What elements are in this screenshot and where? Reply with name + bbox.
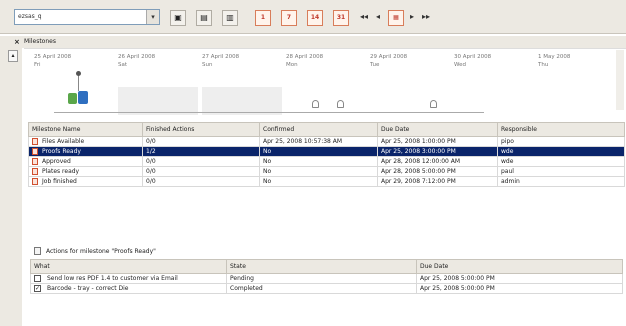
cell-due: Apr 25, 2008 5:00:00 PM [416, 283, 623, 294]
column-header[interactable]: Responsible [497, 122, 625, 137]
column-header[interactable]: Confirmed [259, 122, 378, 137]
cell-finished: 0/0 [142, 166, 260, 177]
timeline-day: 25 April 2008 Fri [34, 54, 72, 68]
actions-list-icon [34, 247, 41, 255]
next-icon[interactable]: ▸ [410, 12, 414, 21]
cell-finished: 0/0 [142, 156, 260, 167]
column-header[interactable]: Milestone Name [28, 122, 143, 137]
toolbar: ezsas_q ▾ ▣ ▤ ▥ 1 7 14 31 ◂◂ ◂ ▦ ▸ ▸▸ [0, 0, 626, 34]
cell-due: Apr 28, 2008 12:00:00 AM [377, 156, 498, 167]
cell-responsible: pipo [497, 136, 625, 147]
cell-finished: 0/0 [142, 176, 260, 187]
cell-state: Pending [226, 273, 417, 284]
timeline-day: 28 April 2008 Mon [286, 54, 324, 68]
milestone-marker-icon[interactable] [76, 71, 81, 76]
calendar-14-button[interactable]: 14 [307, 10, 323, 26]
table-row[interactable]: Plates ready 0/0 No Apr 28, 2008 5:00:00… [28, 166, 625, 177]
cell-what: ✓ Barcode - tray - correct Die [30, 283, 227, 294]
timeline: 25 April 2008 Fri 26 April 2008 Sat 27 Apr… [24, 48, 626, 118]
milestone-green-icon [68, 93, 77, 104]
side-gutter [0, 48, 22, 326]
cell-state: Completed [226, 283, 417, 294]
cell-confirmed: Apr 25, 2008 10:57:38 AM [259, 136, 378, 147]
edit-milestone-icon[interactable]: ▥ [222, 10, 238, 26]
cell-name: Approved [28, 156, 143, 167]
weekend-block [202, 87, 282, 115]
cell-due: Apr 28, 2008 5:00:00 PM [377, 166, 498, 177]
table-row[interactable]: Approved 0/0 No Apr 28, 2008 12:00:00 AM… [28, 156, 625, 167]
today-icon[interactable]: ▦ [388, 10, 404, 26]
close-icon[interactable]: × [14, 38, 20, 46]
document-icon [32, 178, 38, 185]
calendar-31-button[interactable]: 31 [333, 10, 349, 26]
timeline-axis [54, 112, 484, 113]
cell-finished: 1/2 [142, 146, 260, 157]
job-select[interactable]: ezsas_q ▾ [14, 9, 160, 25]
milestone-pin-icon[interactable] [337, 100, 344, 108]
cell-name: Plates ready [28, 166, 143, 177]
document-icon [32, 158, 38, 165]
milestone-pin-icon[interactable] [312, 100, 319, 108]
timeline-day: 26 April 2008 Sat [118, 54, 156, 68]
timeline-day: 27 April 2008 Sun [202, 54, 240, 68]
weekend-block [118, 87, 198, 115]
column-header[interactable]: Due Date [377, 122, 498, 137]
table-row[interactable]: Proofs Ready 1/2 No Apr 25, 2008 3:00:00… [28, 146, 625, 157]
scroll-up-icon[interactable]: ▴ [8, 50, 18, 62]
calendar-1-button[interactable]: 1 [255, 10, 271, 26]
prev-icon[interactable]: ◂ [376, 12, 380, 21]
milestone-icons[interactable] [68, 91, 90, 105]
cell-responsible: wde [497, 146, 625, 157]
chevron-down-icon[interactable]: ▾ [146, 10, 159, 24]
table-row[interactable]: Send low res PDF 1.4 to customer via Ema… [30, 273, 623, 284]
table-row[interactable]: Files Available 0/0 Apr 25, 2008 10:57:3… [28, 136, 625, 147]
timeline-day: 1 May 2008 Thu [538, 54, 571, 68]
job-select-value: ezsas_q [18, 13, 42, 20]
action-checkbox[interactable]: ✓ [34, 285, 41, 292]
actions-title: Actions for milestone "Proofs Ready" [46, 248, 156, 255]
column-header[interactable]: Finished Actions [142, 122, 260, 137]
cell-confirmed: No [259, 146, 378, 157]
cell-name: Proofs Ready [28, 146, 143, 157]
milestones-table: Milestone Name Finished Actions Confirme… [28, 122, 625, 187]
milestone-blue-icon [78, 91, 88, 104]
cell-what: Send low res PDF 1.4 to customer via Ema… [30, 273, 227, 284]
cell-due: Apr 25, 2008 5:00:00 PM [416, 273, 623, 284]
new-milestone-icon[interactable]: ▣ [170, 10, 186, 26]
cell-confirmed: No [259, 166, 378, 177]
cell-name: Job finished [28, 176, 143, 187]
timeline-day: 30 April 2008 Wed [454, 54, 492, 68]
timeline-scrollbar[interactable] [616, 50, 624, 110]
cell-name: Files Available [28, 136, 143, 147]
calendar-7-button[interactable]: 7 [281, 10, 297, 26]
cell-due: Apr 25, 2008 1:00:00 PM [377, 136, 498, 147]
cell-confirmed: No [259, 176, 378, 187]
cell-finished: 0/0 [142, 136, 260, 147]
column-header[interactable]: Due Date [416, 259, 623, 274]
action-checkbox[interactable] [34, 275, 41, 282]
first-icon[interactable]: ◂◂ [360, 12, 368, 21]
timeline-day: 29 April 2008 Tue [370, 54, 408, 68]
panel-title: Milestones [24, 38, 56, 45]
cell-responsible: paul [497, 166, 625, 177]
milestone-pin-icon[interactable] [430, 100, 437, 108]
delete-milestone-icon[interactable]: ▤ [196, 10, 212, 26]
document-icon [32, 168, 38, 175]
table-row[interactable]: ✓ Barcode - tray - correct Die Completed … [30, 283, 623, 294]
table-row[interactable]: Job finished 0/0 No Apr 29, 2008 7:12:00… [28, 176, 625, 187]
document-icon [32, 138, 38, 145]
milestones-panel-header: × Milestones [0, 36, 626, 48]
last-icon[interactable]: ▸▸ [422, 12, 430, 21]
document-icon [32, 148, 38, 155]
cell-due: Apr 29, 2008 7:12:00 PM [377, 176, 498, 187]
cell-responsible: admin [497, 176, 625, 187]
column-header[interactable]: What [30, 259, 227, 274]
actions-header: Actions for milestone "Proofs Ready" [24, 244, 626, 258]
cell-confirmed: No [259, 156, 378, 167]
cell-responsible: wde [497, 156, 625, 167]
actions-table: What State Due Date Send low res PDF 1.4… [30, 259, 623, 294]
cell-due: Apr 25, 2008 3:00:00 PM [377, 146, 498, 157]
column-header[interactable]: State [226, 259, 417, 274]
